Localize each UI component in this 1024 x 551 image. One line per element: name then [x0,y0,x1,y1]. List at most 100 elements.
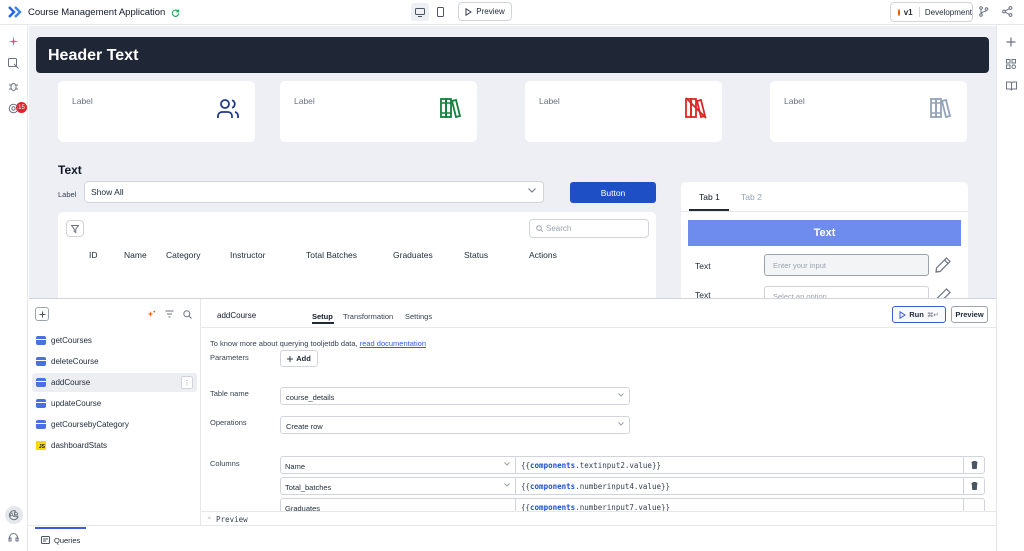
environment-label: Development [924,7,972,17]
delete-column-button[interactable] [963,477,985,495]
tab-settings[interactable]: Settings [405,312,432,321]
column-row: Name {{components.textinput2.value}} [280,456,985,474]
filter-icon[interactable] [165,310,174,318]
dropdown-label: Label [58,190,77,199]
stat-card[interactable]: Label [525,81,722,142]
search-icon[interactable] [183,310,192,319]
stat-card[interactable]: Label [770,81,967,142]
settings-gear-icon[interactable] [8,103,19,114]
query-item-selected[interactable]: addCourse ⋮ [32,373,197,392]
run-button[interactable]: Run ⌘↵ [892,306,946,323]
query-item[interactable]: getCoursebyCategory [32,415,197,434]
queries-tab[interactable]: Queries [35,527,86,551]
header-container[interactable]: Header Text [36,37,989,73]
add-parameter-button[interactable]: Add [280,350,318,367]
filter-button[interactable] [66,220,84,237]
column-header-graduates[interactable]: Graduates [393,250,433,260]
preview-panel-toggle[interactable]: ⌃ Preview [201,511,996,526]
query-item-label: getCourses [51,336,92,345]
component-library-icon[interactable] [1006,59,1016,69]
operations-select[interactable]: Create row [280,416,630,434]
text-heading[interactable]: Text [58,163,82,177]
plus-icon [39,311,45,317]
column-header-total-batches[interactable]: Total Batches [306,250,357,260]
kebab-menu-icon[interactable]: ⋮ [181,376,193,389]
desktop-view-icon[interactable] [411,3,429,21]
tab-setup[interactable]: Setup [312,312,333,321]
play-icon [465,7,473,16]
query-item[interactable]: getCourses [32,331,197,350]
plus-icon [287,355,294,362]
search-icon [536,225,543,232]
table-name-select[interactable]: course_details [280,387,630,405]
preview-strip-label: Preview [216,515,248,524]
column-header-instructor[interactable]: Instructor [230,250,265,260]
device-toggle [411,3,448,22]
tooljet-logo-icon[interactable] [8,6,22,18]
query-item[interactable]: deleteCourse [32,352,197,371]
pencil-icon[interactable] [934,287,952,298]
sync-icon [171,8,180,17]
app-canvas: Header Text Label Label Label Label Text… [29,26,996,298]
database-icon [36,336,46,345]
run-label: Run [909,310,924,319]
preview-query-button[interactable]: Preview [951,306,988,323]
environment-selector[interactable]: v1 Development [890,2,973,22]
delete-column-button[interactable] [963,456,985,474]
documentation-link[interactable]: read documentation [360,339,426,348]
query-item-label: addCourse [51,378,91,387]
column-header-category[interactable]: Category [166,250,201,260]
debugger-bug-icon[interactable] [8,81,19,92]
column-name: Total_batches [285,483,332,492]
divider [681,211,968,212]
pages-icon[interactable] [8,58,19,69]
documentation-book-icon[interactable] [1006,81,1017,91]
column-value-input[interactable]: {{components.textinput2.value}} [515,456,964,474]
share-icon[interactable] [1002,6,1013,17]
add-query-button[interactable] [35,307,49,321]
branch-icon[interactable] [978,6,989,17]
column-header-name[interactable]: Name [124,250,147,260]
dark-mode-icon[interactable] [8,510,19,521]
column-header-status[interactable]: Status [464,250,488,260]
add-component-icon[interactable] [1006,37,1016,47]
chevron-down-icon [504,462,510,466]
category-dropdown[interactable]: Show All [84,181,544,203]
column-name-select[interactable]: Total_batches [280,477,516,495]
active-tab-indicator [312,322,334,324]
column-header-id[interactable]: ID [89,250,98,260]
tab-2[interactable]: Tab 2 [741,192,762,202]
query-item[interactable]: JS dashboardStats [32,436,197,455]
preview-button[interactable]: Preview [458,2,512,21]
query-item[interactable]: updateCourse [32,394,197,413]
support-headset-icon[interactable] [8,532,19,543]
pencil-icon[interactable] [934,256,952,274]
tab-1[interactable]: Tab 1 [699,192,720,202]
primary-button[interactable]: Button [570,182,656,203]
text-input[interactable]: Enter your input [764,254,929,276]
column-name: Name [285,462,306,471]
ai-sparkle-icon[interactable] [147,310,156,319]
stat-card[interactable]: Label [58,81,255,142]
parameters-label: Parameters [210,353,249,362]
column-header-actions[interactable]: Actions [529,250,557,260]
components-sparkle-icon[interactable] [8,36,19,47]
table-search-input[interactable]: Search [529,219,649,238]
query-name[interactable]: addCourse [217,311,256,320]
code-rest: .numberinput4.value}} [575,482,671,491]
tab-transformation[interactable]: Transformation [343,312,393,321]
column-name-select[interactable]: Name [280,456,516,474]
query-panel: getCourses deleteCourse addCourse ⋮ upda… [29,298,996,551]
code-brace: {{ [521,461,531,470]
mobile-view-icon[interactable] [431,3,449,21]
version-label: v1 [903,7,913,17]
tab-text-banner[interactable]: Text [688,220,961,246]
trash-icon [971,461,977,469]
preview-label: Preview [476,7,505,16]
chevron-down-icon [504,483,510,487]
header-text: Header Text [48,47,139,64]
stat-card[interactable]: Label [280,81,477,142]
select-input[interactable]: Select an option [764,286,929,298]
select-input-label: Text [695,290,711,298]
column-value-input[interactable]: {{components.numberinput4.value}} [515,477,964,495]
